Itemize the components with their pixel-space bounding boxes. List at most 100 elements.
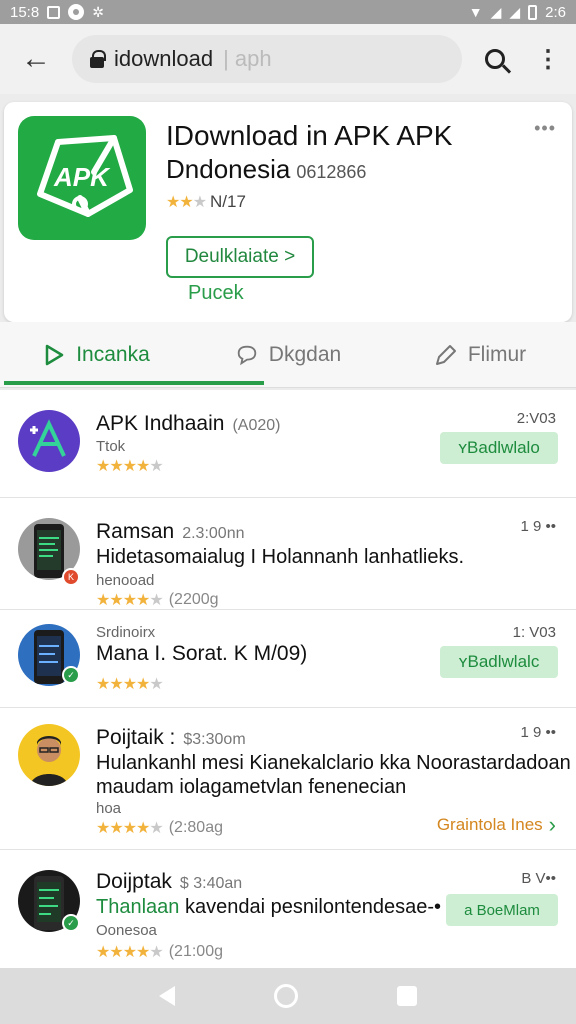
- tab-bar: Incanka Dkgdan Flimur: [0, 322, 576, 388]
- play-icon: [42, 343, 66, 367]
- star-rating-icon: ★★★★★: [96, 458, 164, 475]
- tab-label: Dkgdan: [268, 342, 342, 366]
- system-navigation-bar: [0, 968, 576, 1024]
- item-title: APK Indhaain (A020): [96, 412, 280, 436]
- app-title: IDownload in APK APK: [166, 120, 453, 151]
- tab-dkgdan[interactable]: Dkgdan: [192, 322, 384, 387]
- item-meta: 2.3:00nn: [182, 525, 245, 542]
- svg-text:APK: APK: [53, 162, 111, 192]
- address-bar[interactable]: idownload | aph: [72, 35, 462, 83]
- item-download-button[interactable]: a BoeMlam: [446, 894, 558, 926]
- list-item[interactable]: APK Indhaain (A020) Ttok ★★★★★ 2:V03 ʏBad…: [0, 390, 576, 498]
- item-description: Hulankanhl mesi Kianekalclario kka Noora…: [96, 752, 571, 774]
- item-subtitle: henooad: [96, 572, 155, 589]
- app-code: 0612866: [296, 162, 367, 182]
- browser-toolbar: ← idownload | aph ⋮: [0, 24, 576, 94]
- item-time: 1 9 ••: [520, 724, 556, 741]
- app-subtitle-text: Dndonesia: [166, 154, 291, 184]
- wifi-icon: ▼: [468, 4, 483, 20]
- active-tab-indicator: [4, 381, 264, 385]
- rating-count: (2200g: [168, 591, 219, 608]
- more-vertical-icon: ⋮: [536, 45, 560, 73]
- badge-icon: ✓: [62, 666, 80, 684]
- tab-label: Incanka: [76, 342, 150, 366]
- item-title: Ramsan 2.3:00nn: [96, 520, 244, 544]
- item-title: Poijtaik : $3:30om: [96, 726, 246, 750]
- rating-text: N/17: [210, 192, 246, 211]
- star-rating-icon: ★★★★★: [96, 944, 164, 961]
- overflow-menu-button[interactable]: ⋮: [524, 24, 572, 94]
- item-meta: $3:30om: [183, 731, 246, 748]
- tab-incanka[interactable]: Incanka: [0, 322, 192, 387]
- item-title: Doijptak $ 3:40an: [96, 870, 242, 894]
- person-avatar-icon: [30, 736, 68, 786]
- status-bar: 15:8 ✲ ▼ ◢ ◢ 2:6: [0, 0, 576, 24]
- apk-logo-icon: APK: [37, 135, 133, 217]
- back-button[interactable]: ←: [0, 24, 72, 94]
- item-more-link[interactable]: Graintola Ines ›: [437, 812, 556, 838]
- item-time: 2:V03: [516, 410, 556, 427]
- item-description: Hidetasomaialug I Holannanh lanhatlieks.: [96, 546, 465, 568]
- nav-recents-icon[interactable]: [396, 986, 417, 1006]
- app-subtitle: Dndonesia 0612866: [166, 154, 366, 185]
- nav-back-icon[interactable]: [159, 986, 176, 1006]
- card-menu-icon[interactable]: •••: [534, 118, 556, 139]
- search-icon: [485, 49, 505, 69]
- item-title-text: APK Indhaain: [96, 412, 225, 435]
- app-rating: ★★★ N/17: [166, 192, 246, 212]
- app-logo-icon: [30, 419, 66, 457]
- tab-flimur[interactable]: Flimur: [384, 322, 576, 387]
- app-list: APK Indhaain (A020) Ttok ★★★★★ 2:V03 ʏBad…: [0, 390, 576, 968]
- badge-icon: K: [62, 568, 80, 586]
- star-rating-icon: ★★★★★: [96, 592, 164, 609]
- lock-icon: [90, 50, 106, 68]
- rating-count: (2:80ag: [168, 819, 223, 836]
- item-more-link-text: Graintola Ines: [436, 815, 543, 834]
- item-time: 1 9 ••: [520, 518, 556, 535]
- rating-count: (21:00g: [168, 943, 223, 960]
- item-rating: ★★★★★: [96, 456, 164, 476]
- chat-icon: [235, 343, 259, 367]
- star-rating-icon: ★★★: [166, 194, 207, 211]
- item-highlight: Thanlaan: [96, 896, 180, 918]
- app-icon[interactable]: APK: [18, 116, 146, 240]
- search-button[interactable]: [466, 24, 524, 94]
- item-subtitle: hoa: [96, 800, 122, 817]
- item-time: B V••: [521, 870, 556, 887]
- list-item[interactable]: K Ramsan 2.3:00nn Hidetasomaialug I Holan…: [0, 498, 576, 610]
- avatar: [18, 724, 80, 786]
- list-item[interactable]: ✓ Doijptak $ 3:40an Thanlaan kavendai pes…: [0, 850, 576, 968]
- item-meta: (A020): [232, 417, 281, 434]
- app-card: APK IDownload in APK APK Dndonesia 061286…: [4, 102, 572, 322]
- bluetooth-icon: ✲: [92, 4, 104, 20]
- item-title-text: Poijtaik :: [96, 726, 176, 749]
- badge-icon: ✓: [62, 914, 80, 932]
- item-rating: ★★★★★ (2200g: [96, 590, 219, 610]
- item-rating: ★★★★★ (2:80ag: [96, 818, 223, 838]
- item-description-2: maudam iolagametvlan fenenecian: [96, 776, 407, 798]
- nav-home-icon[interactable]: [273, 984, 298, 1008]
- item-download-button[interactable]: ʏBadlwlalc: [440, 646, 558, 678]
- app-notification-icon: [68, 4, 85, 20]
- url-suffix: | aph: [223, 46, 272, 71]
- item-subtitle: Oonesoa: [96, 922, 157, 939]
- star-rating-icon: ★★★★★: [96, 820, 164, 837]
- more-link[interactable]: Pucek: [188, 282, 244, 305]
- notification-icon: [47, 5, 61, 19]
- item-description-text: kavendai pesnilontendesae-•: [184, 896, 442, 918]
- item-subtitle: Ttok: [96, 438, 126, 455]
- edit-icon: [434, 343, 458, 367]
- battery-icon: [528, 4, 538, 20]
- list-item[interactable]: Poijtaik : $3:30om Hulankanhl mesi Kianek…: [0, 708, 576, 850]
- avatar: [18, 410, 80, 472]
- list-item[interactable]: ✓ Srdinoirx Mana I. Sorat. K M/09) ★★★★★…: [0, 610, 576, 708]
- item-title-text: Ramsan: [96, 520, 175, 543]
- signal-icon: ◢: [490, 4, 502, 20]
- download-button[interactable]: Deulklaiate >: [166, 236, 314, 278]
- chevron-right-icon: ›: [548, 812, 556, 837]
- tab-label: Flimur: [467, 342, 527, 366]
- item-title: Mana I. Sorat. K M/09): [96, 642, 308, 665]
- item-download-button[interactable]: ʏBadlwlalo: [440, 432, 558, 464]
- arrow-left-icon: ←: [21, 42, 51, 75]
- item-title-text: Doijptak: [96, 870, 172, 893]
